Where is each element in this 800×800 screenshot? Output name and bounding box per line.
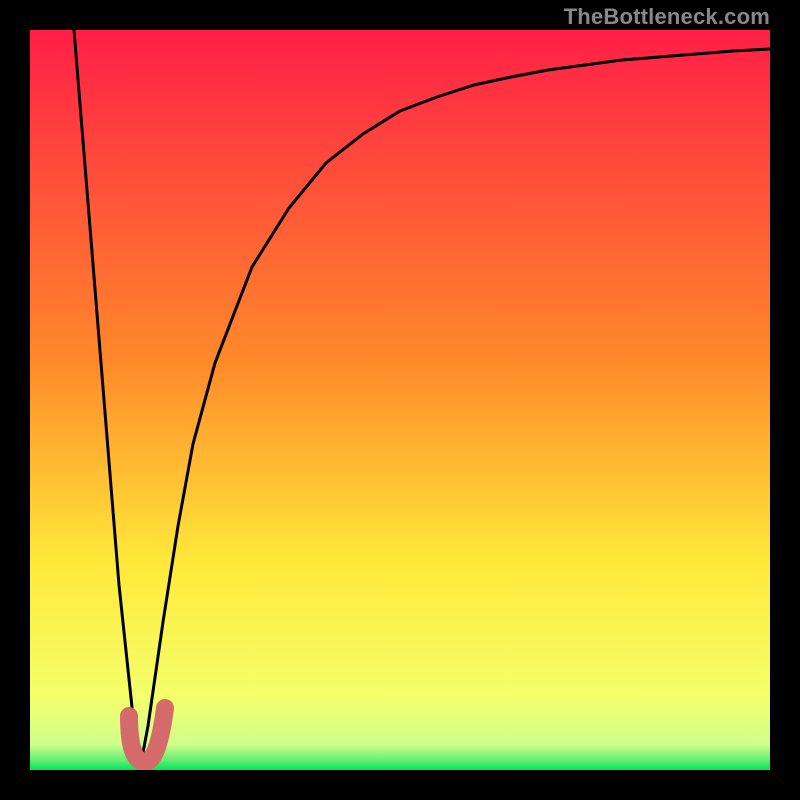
chart-frame: TheBottleneck.com (0, 0, 800, 800)
watermark-label: TheBottleneck.com (564, 4, 770, 30)
plot-area (30, 30, 770, 770)
heat-gradient-background (30, 30, 770, 770)
